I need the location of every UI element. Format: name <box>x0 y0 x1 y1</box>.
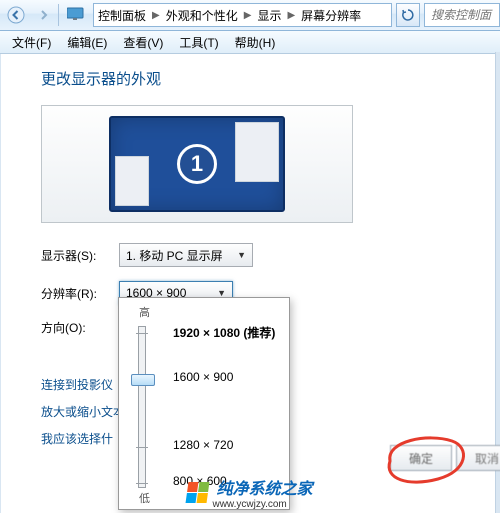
slider-tick <box>136 447 148 448</box>
control-panel-icon <box>67 6 85 24</box>
nav-separator <box>58 4 59 26</box>
chevron-down-icon: ▼ <box>237 250 246 260</box>
back-arrow-icon <box>7 6 25 24</box>
breadcrumb[interactable]: 控制面板 ▶ 外观和个性化 ▶ 显示 ▶ 屏幕分辨率 <box>93 3 392 27</box>
search-box[interactable] <box>424 3 500 27</box>
search-input[interactable] <box>429 7 499 23</box>
slider-labels-column: 1920 × 1080 (推荐) 1600 × 900 1280 × 720 8… <box>165 322 289 494</box>
display-select[interactable]: 1. 移动 PC 显示屏 ▼ <box>119 243 253 267</box>
crumb-appearance[interactable]: 外观和个性化 <box>162 7 242 24</box>
monitor-panel-icon <box>115 156 149 206</box>
slider-area: 1920 × 1080 (推荐) 1600 × 900 1280 × 720 8… <box>119 322 289 494</box>
monitor-preview-box[interactable]: 1 <box>41 105 353 223</box>
resolution-popup[interactable]: 高 1920 × 1080 (推荐) 1600 × 900 1280 × 720… <box>118 297 290 510</box>
crumb-separator-icon: ▶ <box>150 10 162 21</box>
forward-button[interactable] <box>32 3 56 27</box>
page-title: 更改显示器的外观 <box>41 68 500 89</box>
orientation-label: 方向(O): <box>41 319 119 336</box>
menu-tools[interactable]: 工具(T) <box>171 34 226 51</box>
resolution-option[interactable]: 1600 × 900 <box>173 370 233 384</box>
crumb-control-panel[interactable]: 控制面板 <box>94 7 150 24</box>
refresh-button[interactable] <box>396 3 420 27</box>
resolution-label: 分辨率(R): <box>41 285 119 302</box>
cancel-button-label: 取消 <box>475 450 499 467</box>
slider-top-label: 高 <box>119 304 289 320</box>
address-bar: 控制面板 ▶ 外观和个性化 ▶ 显示 ▶ 屏幕分辨率 <box>0 0 500 31</box>
right-pane-edge <box>495 52 500 513</box>
slider-tick <box>136 333 148 334</box>
slider-track[interactable] <box>138 326 146 488</box>
menu-bar: 文件(F) 编辑(E) 查看(V) 工具(T) 帮助(H) <box>0 31 500 54</box>
slider-thumb[interactable] <box>131 374 155 386</box>
monitor-panel-icon <box>235 122 279 182</box>
menu-edit[interactable]: 编辑(E) <box>59 34 115 51</box>
monitor-number-badge: 1 <box>177 144 217 184</box>
forward-arrow-icon <box>37 8 51 22</box>
back-button[interactable] <box>4 3 28 27</box>
menu-help[interactable]: 帮助(H) <box>227 34 284 51</box>
crumb-separator-icon: ▶ <box>285 10 297 21</box>
resolution-option-recommended[interactable]: 1920 × 1080 (推荐) <box>173 324 275 341</box>
display-select-value: 1. 移动 PC 显示屏 <box>126 247 223 264</box>
slider-tick <box>136 483 148 484</box>
resolution-option[interactable]: 800 × 600 <box>173 474 227 488</box>
crumb-display[interactable]: 显示 <box>253 7 285 24</box>
refresh-icon <box>402 9 414 21</box>
row-display: 显示器(S): 1. 移动 PC 显示屏 ▼ <box>41 243 500 267</box>
monitor-preview: 1 <box>109 116 285 212</box>
slider-track-column <box>119 322 165 494</box>
crumb-resolution[interactable]: 屏幕分辨率 <box>297 7 365 24</box>
display-label: 显示器(S): <box>41 247 119 264</box>
crumb-separator-icon: ▶ <box>242 10 254 21</box>
annotation-red-circle-icon <box>378 431 470 485</box>
menu-view[interactable]: 查看(V) <box>115 34 171 51</box>
resolution-option[interactable]: 1280 × 720 <box>173 438 233 452</box>
menu-file[interactable]: 文件(F) <box>4 34 59 51</box>
